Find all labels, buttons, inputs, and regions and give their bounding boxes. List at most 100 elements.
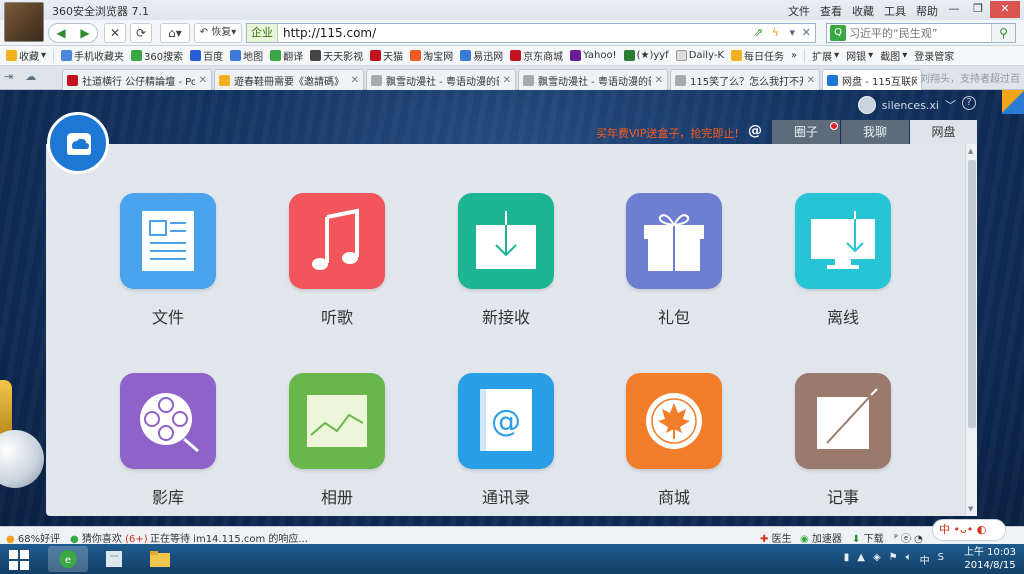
refresh-icon[interactable]: ⟳ bbox=[130, 23, 152, 43]
taskbar-explorer[interactable] bbox=[140, 546, 180, 572]
offline-tile[interactable] bbox=[795, 193, 891, 289]
tab-close-icon[interactable]: ✕ bbox=[503, 75, 511, 86]
tab-close-icon[interactable]: ✕ bbox=[199, 75, 207, 86]
lightning-icon[interactable]: ϟ bbox=[772, 26, 779, 39]
new-received-tile[interactable] bbox=[458, 193, 554, 289]
forward-icon[interactable]: ▶ bbox=[80, 26, 89, 40]
favorite-item[interactable]: Yahoo! bbox=[570, 50, 617, 61]
vip-promo-link[interactable]: 买年费VIP送盒子，抢完即止! bbox=[596, 125, 739, 141]
favorite-item[interactable]: 翻译 bbox=[270, 48, 303, 63]
search-input[interactable] bbox=[849, 26, 989, 40]
network-icon[interactable]: ◈ bbox=[873, 552, 881, 567]
favorite-item[interactable]: 手机收藏夹 bbox=[61, 48, 124, 63]
tab-close-icon[interactable]: ✕ bbox=[807, 75, 815, 86]
browser-tab[interactable]: 115笑了么？怎么我打不开 ✕ bbox=[670, 69, 820, 90]
back-icon[interactable]: ◀ bbox=[56, 26, 65, 40]
browser-tab[interactable]: 飘雪动漫社 - 粤语动漫的新 ✕ bbox=[366, 69, 516, 90]
search-engine-icon[interactable]: Q bbox=[830, 25, 846, 41]
close-icon[interactable]: ✕ bbox=[990, 1, 1020, 18]
gift-tile[interactable] bbox=[626, 193, 722, 289]
extensions-button[interactable]: 扩展 ▾ bbox=[812, 48, 839, 63]
search-go-icon[interactable]: ⚲ bbox=[991, 24, 1015, 42]
app-music[interactable]: 听歌 bbox=[287, 193, 387, 328]
restore-session-button[interactable]: ↶ 恢复▾ bbox=[194, 23, 242, 43]
scrollbar[interactable]: ▲ ▼ bbox=[965, 144, 977, 516]
movies-tile[interactable] bbox=[120, 373, 216, 469]
scroll-down-icon[interactable]: ▼ bbox=[968, 505, 973, 513]
share-icon[interactable]: ⇗ bbox=[754, 26, 763, 39]
clock[interactable]: 上午 10:03 2014/8/15 bbox=[964, 546, 1016, 572]
show-hidden-icon[interactable]: ▲ bbox=[857, 552, 865, 567]
app-new-received[interactable]: 新接收 bbox=[456, 193, 556, 328]
address-bar[interactable]: 企业 http://115.com/ ⇗ ϟ ▾ ✕ bbox=[246, 23, 816, 43]
guess-you-like[interactable]: ● 猜你喜欢 (6+) bbox=[70, 530, 148, 545]
flag-icon[interactable]: ⚑ bbox=[889, 552, 898, 567]
mall-tile[interactable] bbox=[626, 373, 722, 469]
menu-view[interactable]: 查看 bbox=[820, 3, 842, 19]
app-notes[interactable]: 记事 bbox=[793, 373, 893, 508]
files-tile[interactable] bbox=[120, 193, 216, 289]
tab-netdisk[interactable]: 网盘 bbox=[910, 120, 977, 144]
menu-favorites[interactable]: 收藏 bbox=[852, 3, 874, 19]
cloud-drive-logo[interactable] bbox=[47, 112, 109, 174]
browser-tab[interactable]: 遊春鞋冊需要《邀請碼》 - 彡✕ bbox=[214, 69, 364, 90]
music-tile[interactable] bbox=[289, 193, 385, 289]
user-avatar-logo[interactable] bbox=[4, 2, 44, 42]
download-button[interactable]: ⬇ 下载 bbox=[852, 530, 884, 545]
contacts-tile[interactable]: @ bbox=[458, 373, 554, 469]
restore-icon[interactable]: ❐ bbox=[966, 1, 990, 18]
favorite-item[interactable]: Daily-K bbox=[675, 50, 724, 61]
favorite-item[interactable]: 淘宝网 bbox=[410, 48, 453, 63]
notes-tile[interactable] bbox=[795, 373, 891, 469]
clear-icon[interactable]: ✕ bbox=[802, 26, 811, 39]
accelerator-button[interactable]: ◉ 加速器 bbox=[800, 530, 842, 545]
app-movies[interactable]: 影库 bbox=[118, 373, 218, 508]
minimize-icon[interactable]: — bbox=[942, 1, 966, 18]
favorite-item[interactable]: 易迅网 bbox=[460, 48, 503, 63]
home-icon[interactable]: ⌂▾ bbox=[160, 23, 190, 43]
url-text[interactable]: http://115.com/ bbox=[278, 26, 376, 40]
browser-tab[interactable]: 飘雪动漫社 - 粤语动漫的新 ✕ bbox=[518, 69, 668, 90]
screenshot-button[interactable]: 截图 ▾ bbox=[880, 48, 907, 63]
app-mall[interactable]: 商城 bbox=[624, 373, 724, 508]
scroll-up-icon[interactable]: ▲ bbox=[968, 147, 973, 155]
at-icon[interactable]: @ bbox=[748, 123, 762, 139]
user-menu[interactable]: silences.xi ﹀ bbox=[857, 96, 956, 114]
favorite-item[interactable]: 360搜索 bbox=[131, 48, 183, 63]
antivirus-icon[interactable]: S bbox=[938, 552, 944, 567]
sidebar-toggle-icon[interactable]: ⇥ bbox=[4, 70, 13, 86]
tab-circle[interactable]: 圈子 bbox=[772, 120, 840, 144]
cloud-icon[interactable]: ☁ bbox=[25, 70, 36, 86]
rating-indicator[interactable]: ● 68%好评 bbox=[6, 530, 60, 545]
volume-icon[interactable]: 🔈︎ bbox=[906, 552, 912, 567]
windows-start-icon[interactable] bbox=[8, 549, 30, 571]
app-gift[interactable]: 礼包 bbox=[624, 193, 724, 328]
favorite-item[interactable]: 百度 bbox=[190, 48, 223, 63]
browser-tab-active[interactable]: 网盘 - 115互联网 bbox=[822, 69, 922, 91]
ime-indicator[interactable]: 中 •ᴗ• ◐ bbox=[932, 519, 1006, 541]
doctor-button[interactable]: ✚ 医生 bbox=[760, 530, 792, 545]
app-contacts[interactable]: @ 通讯录 bbox=[456, 373, 556, 508]
favorite-item[interactable]: 收藏 ▾ bbox=[6, 48, 46, 63]
ime-tray-icon[interactable]: 中 bbox=[920, 552, 930, 567]
search-box[interactable]: Q ⚲ bbox=[826, 23, 1016, 43]
menu-tools[interactable]: 工具 bbox=[884, 3, 906, 19]
favorite-item[interactable]: 京东商城 bbox=[510, 48, 563, 63]
app-offline[interactable]: 离线 bbox=[793, 193, 893, 328]
security-zone-badge[interactable]: 企业 bbox=[247, 24, 278, 42]
bank-button[interactable]: 网银 ▾ bbox=[846, 48, 873, 63]
favorite-item[interactable]: (★)yyf bbox=[623, 50, 669, 61]
app-album[interactable]: 相册 bbox=[287, 373, 387, 508]
help-icon[interactable]: ? bbox=[962, 96, 976, 110]
taskbar-browser[interactable]: e bbox=[48, 546, 88, 572]
favorite-item[interactable]: 天天影视 bbox=[310, 48, 363, 63]
dropdown-icon[interactable]: ▾ bbox=[789, 26, 795, 39]
taskbar-app[interactable] bbox=[94, 546, 134, 572]
album-tile[interactable] bbox=[289, 373, 385, 469]
extra-status-icons[interactable]: ᴾ ⓔ ◔ bbox=[894, 530, 923, 545]
tab-chat[interactable]: 我聊 bbox=[841, 120, 909, 144]
menu-file[interactable]: 文件 bbox=[788, 3, 810, 19]
more-favorites-icon[interactable]: » bbox=[791, 50, 797, 61]
favorite-item[interactable]: 天猫 bbox=[370, 48, 403, 63]
scrollbar-thumb[interactable] bbox=[968, 160, 976, 428]
